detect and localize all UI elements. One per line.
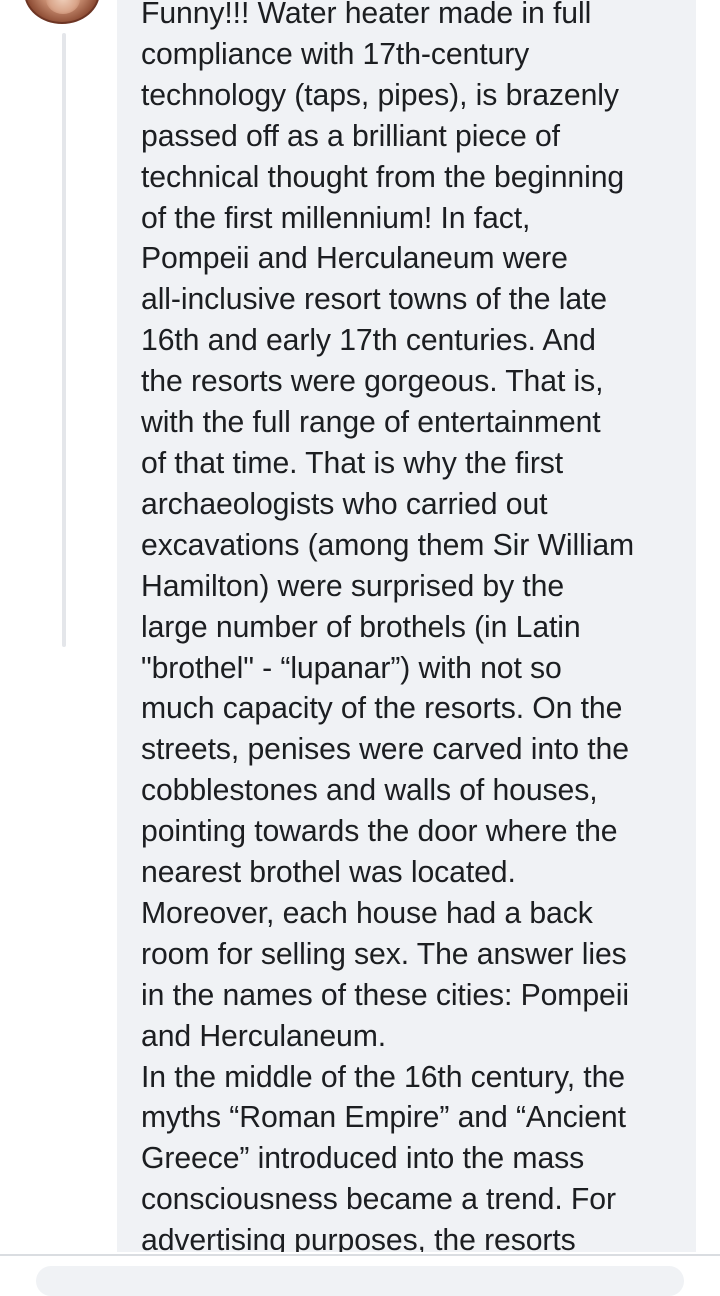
avatar-face [46, 0, 80, 14]
comment-text: Funny!!! Water heater made in full compl… [141, 0, 635, 1252]
write-comment-input[interactable] [36, 1266, 684, 1296]
commenter-avatar[interactable] [24, 0, 100, 24]
comment-bubble[interactable]: Funny!!! Water heater made in full compl… [117, 0, 696, 1252]
reply-thread-line [62, 33, 66, 647]
